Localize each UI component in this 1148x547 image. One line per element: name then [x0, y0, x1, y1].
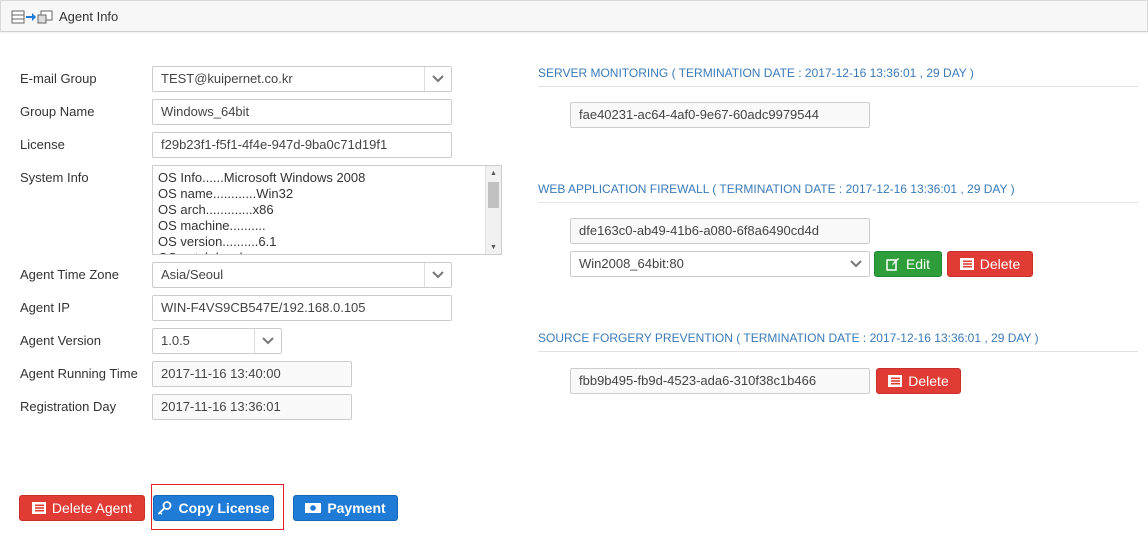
system-info-text: OS Info......Microsoft Windows 2008 OS na…	[158, 170, 366, 254]
agent-ip-label: Agent IP	[20, 300, 70, 315]
running-time-field[interactable]: 2017-11-16 13:40:00	[152, 361, 352, 387]
agent-version-label: Agent Version	[20, 333, 101, 348]
section-divider	[538, 86, 1138, 87]
system-info-line: OS machine..........	[158, 218, 266, 233]
group-name-field[interactable]: Windows_64bit	[152, 99, 452, 125]
registration-day-label: Registration Day	[20, 399, 117, 414]
system-info-line: OS Info......Microsoft Windows 2008	[158, 170, 366, 185]
waf-site-select[interactable]: Win2008_64bit:80	[570, 251, 870, 277]
payment-label: Payment	[327, 500, 386, 516]
list-icon	[11, 10, 25, 24]
agent-version-select[interactable]: 1.0.5	[152, 328, 282, 354]
agent-ip-field[interactable]: WIN-F4VS9CB547E/192.168.0.105	[152, 295, 452, 321]
delete-agent-button[interactable]: Delete Agent	[19, 495, 145, 521]
waf-key-field[interactable]: dfe163c0-ab49-41b6-a080-6f8a6490cd4d	[570, 218, 870, 244]
copy-license-highlight	[151, 484, 284, 530]
arrow-right-icon	[26, 13, 36, 21]
scroll-thumb[interactable]	[488, 182, 499, 208]
waf-edit-label: Edit	[905, 256, 931, 272]
source-forgery-title: SOURCE FORGERY PREVENTION ( TERMINATION …	[538, 331, 1039, 345]
waf-site-value: Win2008_64bit:80	[579, 256, 684, 271]
chevron-down-icon	[843, 252, 869, 276]
payment-button[interactable]: Payment	[293, 495, 398, 521]
chevron-down-icon	[424, 67, 451, 91]
email-group-select[interactable]: TEST@kuipernet.co.kr	[152, 66, 452, 92]
scroll-down-icon[interactable]: ▼	[486, 240, 501, 254]
system-info-textarea[interactable]: OS Info......Microsoft Windows 2008 OS na…	[152, 165, 502, 255]
section-divider	[538, 351, 1138, 352]
license-label: License	[20, 137, 65, 152]
email-group-label: E-mail Group	[20, 71, 97, 86]
header-icons	[11, 9, 53, 25]
server-monitoring-title: SERVER MONITORING ( TERMINATION DATE : 2…	[538, 66, 974, 80]
windows-icon	[37, 10, 53, 24]
page-header: Agent Info	[0, 0, 1148, 32]
group-name-label: Group Name	[20, 104, 95, 119]
system-info-label: System Info	[20, 170, 89, 185]
chevron-down-icon	[254, 329, 281, 353]
chevron-down-icon	[424, 263, 451, 287]
server-monitoring-key-field[interactable]: fae40231-ac64-4af0-9e67-60adc9979544	[570, 102, 870, 128]
delete-icon	[959, 258, 974, 270]
agent-version-value: 1.0.5	[161, 333, 190, 348]
system-info-line: OS version..........6.1	[158, 234, 277, 249]
system-info-line: OS name............Win32	[158, 186, 294, 201]
time-zone-select[interactable]: Asia/Seoul	[152, 262, 452, 288]
running-time-label: Agent Running Time	[20, 366, 138, 381]
waf-title: WEB APPLICATION FIREWALL ( TERMINATION D…	[538, 182, 1015, 196]
edit-icon	[886, 257, 900, 271]
system-info-scrollbar[interactable]: ▲ ▼	[485, 166, 501, 254]
time-zone-value: Asia/Seoul	[161, 267, 224, 282]
email-group-value: TEST@kuipernet.co.kr	[161, 71, 293, 86]
registration-day-field[interactable]: 2017-11-16 13:36:01	[152, 394, 352, 420]
source-forgery-key-field[interactable]: fbb9b495-fb9d-4523-ada6-310f38c1b466	[570, 368, 870, 394]
time-zone-label: Agent Time Zone	[20, 267, 119, 282]
delete-icon	[31, 502, 46, 514]
system-info-line: OS patch level......	[158, 250, 365, 254]
delete-agent-label: Delete Agent	[51, 500, 133, 516]
money-icon	[305, 502, 322, 514]
source-forgery-delete-button[interactable]: Delete	[876, 368, 961, 394]
delete-icon	[888, 375, 903, 387]
source-forgery-delete-label: Delete	[908, 373, 949, 389]
waf-delete-button[interactable]: Delete	[947, 251, 1033, 277]
page-title: Agent Info	[59, 9, 119, 24]
license-field[interactable]: f29b23f1-f5f1-4f4e-947d-9ba0c71d19f1	[152, 132, 452, 158]
scroll-up-icon[interactable]: ▲	[486, 166, 501, 180]
system-info-line: OS arch.............x86	[158, 202, 274, 217]
section-divider	[538, 202, 1138, 203]
waf-edit-button[interactable]: Edit	[874, 251, 942, 277]
waf-delete-label: Delete	[979, 256, 1021, 272]
